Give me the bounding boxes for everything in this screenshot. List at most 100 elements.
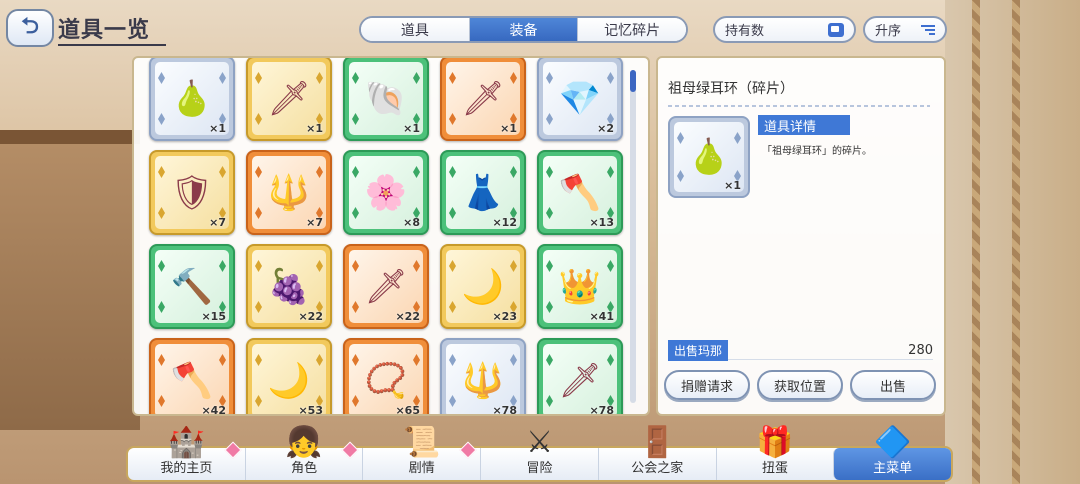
slot-frame: 🐚 ×1 xyxy=(349,62,423,135)
castle-icon: 🏰 xyxy=(167,424,206,460)
notification-badge xyxy=(459,441,477,459)
item-description: 「祖母绿耳环」的碎片。 xyxy=(762,146,872,157)
slot-frame: 🔱 ×78 xyxy=(446,344,520,414)
equipment-slot[interactable]: 🗡 ×1 xyxy=(440,58,526,141)
equipment-slot[interactable]: 🪓 ×42 xyxy=(149,338,235,416)
slot-frame: 🌙 ×23 xyxy=(446,250,520,323)
sell-button[interactable]: 出售 xyxy=(850,370,936,400)
axe-icon: 🪓 xyxy=(170,360,214,401)
nav-item[interactable]: ⚔ 冒险 xyxy=(480,425,598,480)
equipment-slot[interactable]: 🍇 ×22 xyxy=(246,244,332,329)
selected-item-qty: ×1 xyxy=(724,179,741,192)
nav-item[interactable]: 🎁 扭蛋 xyxy=(715,425,834,480)
item-quantity: ×13 xyxy=(589,216,614,229)
item-quantity: ×7 xyxy=(209,216,226,229)
item-quantity: ×78 xyxy=(589,404,614,416)
donation-request-button[interactable]: 捐赠请求 xyxy=(664,370,750,400)
item-quantity: ×1 xyxy=(306,122,323,135)
item-quantity: ×15 xyxy=(201,310,226,323)
tab-equipment[interactable]: 装备 xyxy=(468,18,578,41)
sort-label: 升序 xyxy=(875,24,902,39)
equipment-slot[interactable]: 🌸 ×8 xyxy=(343,150,429,235)
equipment-slot[interactable]: 👑 ×41 xyxy=(537,244,623,329)
item-name: 祖母绿耳环（碎片） xyxy=(668,81,794,97)
pendant-icon: 💎 xyxy=(558,78,602,119)
item-quantity: ×12 xyxy=(492,216,517,229)
equipment-slot[interactable]: 💎 ×2 xyxy=(537,58,623,141)
spear-icon: 🔱 xyxy=(461,360,505,401)
selected-item-icon: 🍐 ×1 xyxy=(668,116,750,198)
tab-memory-fragments[interactable]: 记忆碎片 xyxy=(577,18,686,41)
slot-frame: 🪓 ×42 xyxy=(155,344,229,416)
nav-item[interactable]: 🏰 我的主页 xyxy=(128,425,245,480)
item-quantity: ×53 xyxy=(298,404,323,416)
crown-icon: 👑 xyxy=(558,266,602,307)
equipment-slot[interactable]: 👗 ×12 xyxy=(440,150,526,235)
equipment-slot[interactable]: 📿 ×65 xyxy=(343,338,429,416)
category-tabs: 道具 装备 记忆碎片 xyxy=(359,16,688,43)
dress-icon: 👗 xyxy=(461,172,505,213)
moon-staff-icon: 🌙 xyxy=(267,360,311,401)
item-detail-badge: 道具详情 xyxy=(758,115,850,135)
tab-items[interactable]: 道具 xyxy=(361,18,469,41)
slot-frame: 🍇 ×22 xyxy=(252,250,326,323)
slot-frame: 🗡 ×1 xyxy=(252,62,326,135)
spear-icon: 🔱 xyxy=(267,172,311,213)
scrollbar-track[interactable] xyxy=(630,70,636,403)
item-quantity: ×8 xyxy=(403,216,420,229)
nav-item[interactable]: 🚪 公会之家 xyxy=(597,425,716,480)
equipment-slot[interactable]: 🗡 ×22 xyxy=(343,244,429,329)
nav-item[interactable]: 📜 剧情 xyxy=(362,425,480,480)
necklace-icon: 📿 xyxy=(364,360,408,401)
slot-frame: 🪓 ×13 xyxy=(543,156,617,229)
equipment-slot[interactable]: 🌙 ×53 xyxy=(246,338,332,416)
item-quantity: ×42 xyxy=(201,404,226,416)
grapes-icon: 🍇 xyxy=(267,266,311,307)
equipment-slot[interactable]: 🍐 ×1 xyxy=(149,58,235,141)
equipment-slot[interactable]: 🔱 ×78 xyxy=(440,338,526,414)
filter-window-icon xyxy=(828,22,844,37)
page-title: 道具一览 xyxy=(58,18,151,43)
equipment-slot[interactable]: 🗡 ×1 xyxy=(246,58,332,141)
slot-frame: 🗡 ×1 xyxy=(446,62,520,135)
nav-item[interactable]: 🔷 主菜单 xyxy=(833,425,952,480)
equipment-slot[interactable]: 🔱 ×7 xyxy=(246,150,332,235)
sell-price-row: 出售玛那 280 xyxy=(668,339,933,361)
notification-badge xyxy=(224,441,242,459)
equipment-slot[interactable]: 🗡 ×78 xyxy=(537,338,623,416)
background-rope xyxy=(972,0,980,484)
earring-icon: 🍐 xyxy=(687,137,731,177)
slot-frame: 👑 ×41 xyxy=(543,250,617,323)
item-quantity: ×41 xyxy=(589,310,614,323)
scrollbar-thumb[interactable] xyxy=(630,70,636,92)
slot-frame: 🛡 ×7 xyxy=(155,156,229,229)
acquire-location-button[interactable]: 获取位置 xyxy=(757,370,843,400)
filter-button[interactable]: 持有数 xyxy=(713,16,856,43)
title-underline xyxy=(58,44,166,46)
slot-frame: 📿 ×65 xyxy=(349,344,423,416)
background-rope xyxy=(1012,0,1020,484)
item-quantity: ×23 xyxy=(492,310,517,323)
header-bar: ⮌ 道具一览 道具 装备 记忆碎片 持有数 升序 xyxy=(0,0,1080,56)
sort-button[interactable]: 升序 xyxy=(863,16,947,43)
equipment-slot[interactable]: 🌙 ×23 xyxy=(440,244,526,329)
slot-frame: 🔱 ×7 xyxy=(252,156,326,229)
axe-icon: 🪓 xyxy=(558,172,602,213)
back-button[interactable]: ⮌ xyxy=(6,9,54,47)
nav-item[interactable]: 👧 角色 xyxy=(244,425,363,480)
spear-icon: 🗡 xyxy=(461,78,505,119)
item-quantity: ×1 xyxy=(209,122,226,135)
slot-frame: 🌸 ×8 xyxy=(349,156,423,229)
item-quantity: ×22 xyxy=(395,310,420,323)
equipment-slot[interactable]: 🛡 ×7 xyxy=(149,150,235,235)
scroll-icon: 📜 xyxy=(403,424,441,460)
equipment-slot[interactable]: 🐚 ×1 xyxy=(343,58,429,141)
equipment-slot[interactable]: 🪓 ×13 xyxy=(537,150,623,235)
item-quantity: ×7 xyxy=(306,216,323,229)
scepter-icon: 🌸 xyxy=(364,172,408,213)
item-quantity: ×65 xyxy=(395,404,420,416)
equipment-slot[interactable]: 🔨 ×15 xyxy=(149,244,235,329)
character-icon: 👧 xyxy=(285,424,323,460)
item-detail-panel: 祖母绿耳环（碎片） 🍐 ×1 道具详情 「祖母绿耳环」的碎片。 出售玛那 280… xyxy=(656,56,946,416)
house-icon: 🚪 xyxy=(638,424,676,460)
